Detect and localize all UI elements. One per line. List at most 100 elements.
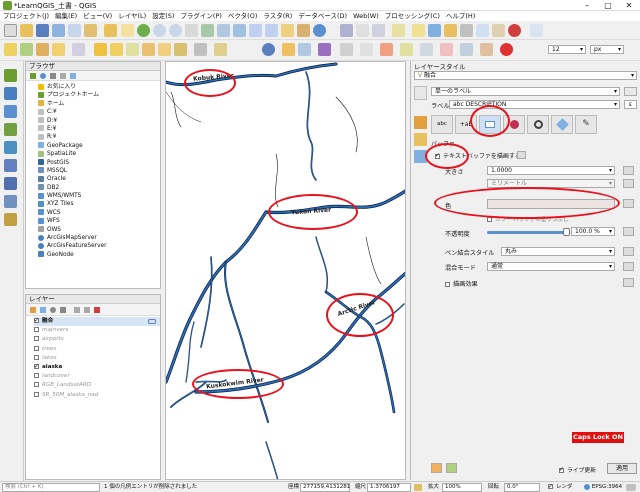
python-console-icon[interactable]	[508, 24, 521, 37]
tab-text[interactable]: abc	[431, 115, 453, 134]
layer-item[interactable]: airports	[34, 335, 160, 344]
browser-item[interactable]: WFS	[38, 217, 160, 225]
text-annotation-icon[interactable]	[428, 24, 441, 37]
browser-item[interactable]: ArcGisMapServer	[38, 234, 160, 242]
redo-icon[interactable]	[446, 463, 457, 473]
data-defined-override-icon[interactable]	[517, 151, 526, 159]
menu-view[interactable]: ビュー(V)	[80, 11, 115, 21]
menu-plugins[interactable]: プラグイン(P)	[177, 11, 225, 21]
apply-button[interactable]: 適用	[607, 463, 637, 474]
browser-item[interactable]: Oracle	[38, 175, 160, 183]
layer-visibility-checkbox[interactable]	[34, 327, 39, 333]
crs-button[interactable]: EPSG:3964	[584, 483, 622, 492]
browser-item[interactable]: プロジェクトホーム	[38, 91, 160, 99]
zoom-next-icon[interactable]	[265, 24, 278, 37]
menu-processing[interactable]: プロセッシング(C)	[382, 11, 443, 21]
browser-item[interactable]: WCS	[38, 209, 160, 217]
font-size-input[interactable]: 12	[548, 45, 586, 54]
layer-item[interactable]: landcover	[34, 372, 160, 381]
zoom-full-icon[interactable]	[201, 24, 214, 37]
zoom-last-icon[interactable]	[249, 24, 262, 37]
opacity-slider-handle[interactable]	[563, 228, 570, 236]
rotate-feature-icon[interactable]	[460, 43, 473, 56]
filter-icon[interactable]	[50, 73, 56, 79]
remove-layer-icon[interactable]	[94, 307, 100, 313]
simplify-icon[interactable]	[420, 43, 433, 56]
browser-item[interactable]: SpatiaLite	[38, 150, 160, 158]
layout-manager-icon[interactable]	[84, 24, 97, 37]
browser-item[interactable]: ArcGisFeatureServer	[38, 242, 160, 250]
menu-web[interactable]: Web(W)	[350, 11, 382, 21]
map-tips-icon[interactable]	[412, 24, 425, 37]
offset-curve-icon[interactable]	[400, 43, 413, 56]
magnet-icon[interactable]	[500, 43, 513, 56]
data-defined-override-icon[interactable]	[623, 166, 634, 175]
field-calculator-icon[interactable]	[492, 24, 505, 37]
style-manager-icon[interactable]	[104, 24, 117, 37]
locator-search-input[interactable]: 検索 (Ctrl + K)	[2, 483, 100, 492]
undo-icon[interactable]	[431, 463, 442, 473]
new-print-layout-icon[interactable]	[68, 24, 81, 37]
select-icon[interactable]	[460, 24, 473, 37]
expand-all-icon[interactable]	[74, 307, 80, 313]
coordinate-input[interactable]: 277159,4131281	[300, 483, 350, 492]
browser-item[interactable]: XYZ Tiles	[38, 200, 160, 208]
diagram-icon[interactable]	[214, 43, 227, 56]
open-project-icon[interactable]	[20, 24, 33, 37]
menu-project[interactable]: プロジェクト(J)	[0, 11, 52, 21]
browser-item[interactable]: C:¥	[38, 108, 160, 116]
toggle-edit-icon[interactable]	[20, 43, 33, 56]
magnifier-input[interactable]: 100%	[442, 483, 482, 492]
menu-layer[interactable]: レイヤ(L)	[115, 11, 149, 21]
close-button[interactable]: ✕	[619, 0, 639, 11]
opacity-input[interactable]: 100.0 %	[571, 227, 615, 236]
browser-item[interactable]: OWS	[38, 226, 160, 234]
browser-item[interactable]: E:¥	[38, 125, 160, 133]
effects-settings-icon[interactable]	[623, 278, 634, 287]
advanced-digitizing-icon[interactable]	[340, 43, 353, 56]
symbology-tab-icon[interactable]	[414, 86, 427, 100]
minimize-button[interactable]: –	[577, 0, 597, 11]
menu-help[interactable]: ヘルプ(H)	[443, 11, 478, 21]
statistics-icon[interactable]	[372, 24, 385, 37]
expression-icon[interactable]: ε	[624, 100, 637, 109]
help-icon[interactable]	[530, 24, 543, 37]
pen-join-select[interactable]: 丸み	[501, 247, 615, 256]
maximize-button[interactable]: ▢	[598, 0, 618, 11]
menu-raster[interactable]: ラスタ(R)	[260, 11, 295, 21]
add-spatialite-layer-icon[interactable]	[4, 123, 17, 136]
tab-placement[interactable]	[551, 115, 573, 134]
data-defined-override-icon[interactable]	[623, 262, 634, 271]
zoom-selection-icon[interactable]	[233, 24, 246, 37]
refresh-browser-icon[interactable]	[40, 73, 46, 79]
pan-icon[interactable]	[121, 24, 134, 37]
layer-visibility-checkbox[interactable]	[34, 336, 39, 342]
manage-visibility-icon[interactable]	[50, 307, 56, 313]
add-feature-icon[interactable]	[52, 43, 65, 56]
new-project-icon[interactable]	[4, 24, 17, 37]
browser-item[interactable]: R:¥	[38, 133, 160, 141]
browser-item[interactable]: D:¥	[38, 117, 160, 125]
deselect-icon[interactable]	[476, 24, 489, 37]
menu-vector[interactable]: ベクタ(O)	[225, 11, 260, 21]
map-canvas[interactable]: Kobuk River Yukon River Arctic River Kus…	[165, 61, 406, 480]
data-defined-override-icon[interactable]	[623, 199, 634, 208]
opacity-slider[interactable]	[487, 228, 570, 236]
open-styling-panel-icon[interactable]	[30, 307, 36, 313]
merge-features-icon[interactable]	[380, 43, 393, 56]
collapse-all-icon[interactable]	[60, 73, 66, 79]
layer-item[interactable]: trees	[34, 345, 160, 354]
save-project-icon[interactable]	[36, 24, 49, 37]
layer-visibility-checkbox[interactable]	[34, 382, 39, 388]
show-hide-labels-icon[interactable]	[194, 43, 207, 56]
add-wms-layer-icon[interactable]	[4, 159, 17, 172]
layer-item[interactable]: lakes	[34, 354, 160, 363]
scale-input[interactable]: 1:3706197	[367, 483, 411, 492]
tab-rendering[interactable]: ✎	[575, 115, 597, 134]
browser-item[interactable]: お気に入り	[38, 83, 160, 91]
open-attribute-table-icon[interactable]	[356, 24, 369, 37]
save-rule-icon[interactable]	[624, 87, 637, 96]
layer-visibility-checkbox[interactable]	[34, 362, 39, 371]
refresh-icon[interactable]	[313, 24, 326, 37]
browser-item[interactable]: DB2	[38, 184, 160, 192]
